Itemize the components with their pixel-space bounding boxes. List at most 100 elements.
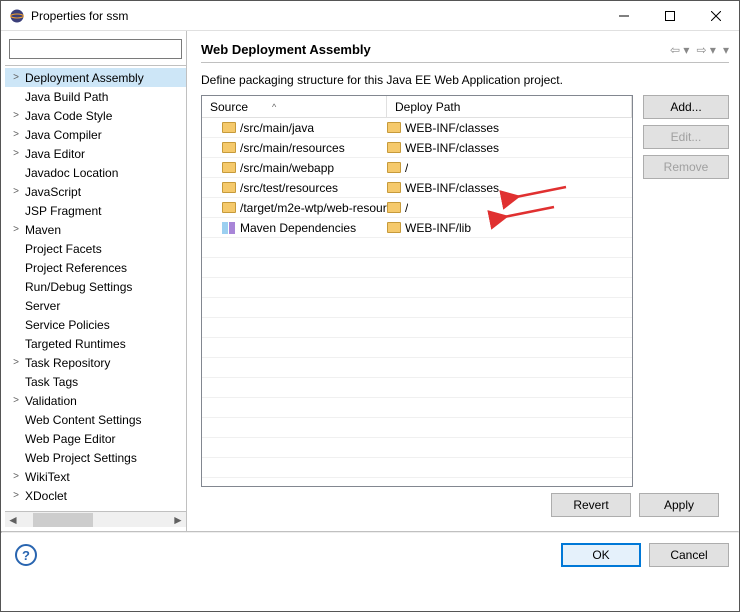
deploy-path: / <box>405 161 408 175</box>
folder-icon <box>387 162 401 173</box>
sidebar-item-label: Task Tags <box>23 374 80 390</box>
dialog-footer: ? OK Cancel <box>1 533 739 577</box>
sidebar-item-jsp-fragment[interactable]: JSP Fragment <box>5 201 186 220</box>
expand-caret-icon <box>9 280 23 294</box>
minimize-button[interactable] <box>601 1 647 31</box>
sidebar-item-label: Maven <box>23 222 63 238</box>
folder-icon <box>387 182 401 193</box>
sidebar-item-label: Web Project Settings <box>23 450 139 466</box>
sidebar-item-java-code-style[interactable]: >Java Code Style <box>5 106 186 125</box>
scroll-right-icon[interactable]: ► <box>170 513 186 527</box>
expand-caret-icon[interactable]: > <box>9 185 23 199</box>
source-path: /src/main/java <box>240 121 314 135</box>
sidebar-item-java-compiler[interactable]: >Java Compiler <box>5 125 186 144</box>
sidebar-item-run-debug-settings[interactable]: Run/Debug Settings <box>5 277 186 296</box>
sidebar-item-web-content-settings[interactable]: Web Content Settings <box>5 410 186 429</box>
sidebar-item-label: Service Policies <box>23 317 112 333</box>
column-source[interactable]: Source ^ <box>202 96 387 117</box>
apply-button[interactable]: Apply <box>639 493 719 517</box>
source-path: Maven Dependencies <box>240 221 356 235</box>
expand-caret-icon[interactable]: > <box>9 223 23 237</box>
sidebar-item-task-tags[interactable]: Task Tags <box>5 372 186 391</box>
sidebar-item-wikitext[interactable]: >WikiText <box>5 467 186 486</box>
main-area: >Deployment AssemblyJava Build Path>Java… <box>1 31 739 531</box>
sidebar-item-project-references[interactable]: Project References <box>5 258 186 277</box>
forward-icon[interactable]: ⇨ ▾ <box>696 43 715 57</box>
assembly-body: Source ^ Deploy Path /src/main/javaWEB-I… <box>201 95 729 487</box>
expand-caret-icon[interactable]: > <box>9 109 23 123</box>
source-path: /src/main/webapp <box>240 161 334 175</box>
edit-button[interactable]: Edit... <box>643 125 729 149</box>
expand-caret-icon[interactable]: > <box>9 470 23 484</box>
scroll-thumb[interactable] <box>33 513 93 527</box>
sidebar-item-label: WikiText <box>23 469 72 485</box>
help-icon[interactable]: ? <box>15 544 37 566</box>
scroll-left-icon[interactable]: ◄ <box>5 513 21 527</box>
sidebar-item-label: Java Editor <box>23 146 87 162</box>
sidebar-item-validation[interactable]: >Validation <box>5 391 186 410</box>
sidebar-item-label: JavaScript <box>23 184 83 200</box>
assembly-table[interactable]: Source ^ Deploy Path /src/main/javaWEB-I… <box>201 95 633 487</box>
ok-button[interactable]: OK <box>561 543 641 567</box>
horizontal-scrollbar[interactable]: ◄ ► <box>5 511 186 527</box>
sidebar-item-deployment-assembly[interactable]: >Deployment Assembly <box>5 68 186 87</box>
page-title: Web Deployment Assembly <box>201 42 666 57</box>
deploy-path: / <box>405 201 408 215</box>
sidebar-item-web-page-editor[interactable]: Web Page Editor <box>5 429 186 448</box>
sidebar-item-project-facets[interactable]: Project Facets <box>5 239 186 258</box>
property-tree[interactable]: >Deployment AssemblyJava Build Path>Java… <box>5 65 186 511</box>
expand-caret-icon[interactable]: > <box>9 71 23 85</box>
expand-caret-icon[interactable]: > <box>9 489 23 503</box>
filter-box <box>9 39 182 59</box>
table-row[interactable]: Maven DependenciesWEB-INF/lib <box>202 218 632 238</box>
expand-caret-icon <box>9 451 23 465</box>
sidebar-item-targeted-runtimes[interactable]: Targeted Runtimes <box>5 334 186 353</box>
sidebar-item-web-project-settings[interactable]: Web Project Settings <box>5 448 186 467</box>
add-button[interactable]: Add... <box>643 95 729 119</box>
sidebar-item-maven[interactable]: >Maven <box>5 220 186 239</box>
maximize-button[interactable] <box>647 1 693 31</box>
content-header: Web Deployment Assembly ⇦ ▾ ⇨ ▾ ▾ <box>201 37 729 63</box>
cancel-button[interactable]: Cancel <box>649 543 729 567</box>
expand-caret-icon[interactable]: > <box>9 128 23 142</box>
menu-icon[interactable]: ▾ <box>723 43 729 57</box>
content-footer: Revert Apply <box>201 487 729 525</box>
sidebar-item-server[interactable]: Server <box>5 296 186 315</box>
table-row-empty <box>202 438 632 458</box>
table-row[interactable]: /target/m2e-wtp/web-resources/ <box>202 198 632 218</box>
table-row-empty <box>202 338 632 358</box>
revert-button[interactable]: Revert <box>551 493 631 517</box>
expand-caret-icon[interactable]: > <box>9 394 23 408</box>
sidebar-item-java-build-path[interactable]: Java Build Path <box>5 87 186 106</box>
sidebar-item-javascript[interactable]: >JavaScript <box>5 182 186 201</box>
window-title: Properties for ssm <box>31 9 601 23</box>
table-row-empty <box>202 458 632 478</box>
table-row[interactable]: /src/main/webapp / <box>202 158 632 178</box>
table-body: /src/main/javaWEB-INF/classes/src/main/r… <box>202 118 632 486</box>
table-row-empty <box>202 418 632 438</box>
back-icon[interactable]: ⇦ ▾ <box>670 43 689 57</box>
table-row-empty <box>202 358 632 378</box>
expand-caret-icon <box>9 337 23 351</box>
expand-caret-icon[interactable]: > <box>9 356 23 370</box>
sidebar-item-xdoclet[interactable]: >XDoclet <box>5 486 186 505</box>
sidebar-item-task-repository[interactable]: >Task Repository <box>5 353 186 372</box>
sidebar-item-service-policies[interactable]: Service Policies <box>5 315 186 334</box>
close-button[interactable] <box>693 1 739 31</box>
expand-caret-icon[interactable]: > <box>9 147 23 161</box>
sidebar-item-java-editor[interactable]: >Java Editor <box>5 144 186 163</box>
sidebar-item-label: Deployment Assembly <box>23 70 146 86</box>
sidebar-item-label: Run/Debug Settings <box>23 279 134 295</box>
remove-button[interactable]: Remove <box>643 155 729 179</box>
expand-caret-icon <box>9 242 23 256</box>
filter-input[interactable] <box>9 39 182 59</box>
sidebar-item-label: Project References <box>23 260 129 276</box>
table-row[interactable]: /src/test/resourcesWEB-INF/classes <box>202 178 632 198</box>
sidebar-item-label: Javadoc Location <box>23 165 120 181</box>
side-buttons: Add... Edit... Remove <box>643 95 729 487</box>
column-deploy[interactable]: Deploy Path <box>387 96 632 117</box>
table-row[interactable]: /src/main/resourcesWEB-INF/classes <box>202 138 632 158</box>
table-row[interactable]: /src/main/javaWEB-INF/classes <box>202 118 632 138</box>
sidebar-item-label: Validation <box>23 393 79 409</box>
sidebar-item-javadoc-location[interactable]: Javadoc Location <box>5 163 186 182</box>
